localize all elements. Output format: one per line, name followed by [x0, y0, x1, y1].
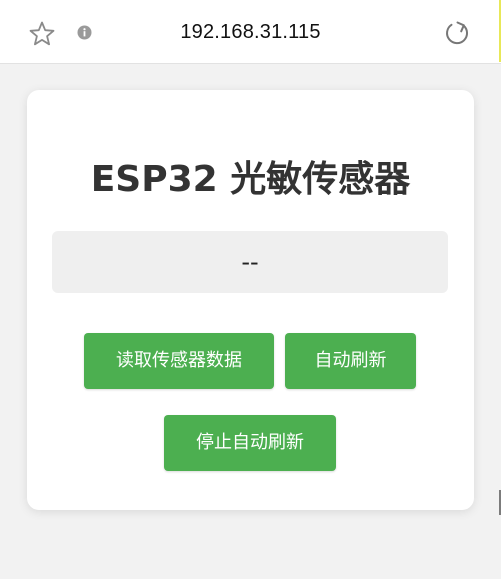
browser-toolbar: 192.168.31.115	[0, 0, 501, 64]
read-sensor-button[interactable]: 读取传感器数据	[84, 333, 274, 389]
page-title: ESP32 光敏传感器	[90, 159, 411, 200]
reload-icon[interactable]	[443, 19, 471, 47]
stop-auto-refresh-button[interactable]: 停止自动刷新	[164, 415, 336, 471]
sensor-card: ESP32 光敏传感器 -- 读取传感器数据 自动刷新 停止自动刷新	[27, 90, 474, 510]
address-bar-url[interactable]: 192.168.31.115	[0, 0, 501, 64]
sensor-value-display: --	[52, 231, 448, 293]
auto-refresh-button[interactable]: 自动刷新	[285, 333, 416, 389]
